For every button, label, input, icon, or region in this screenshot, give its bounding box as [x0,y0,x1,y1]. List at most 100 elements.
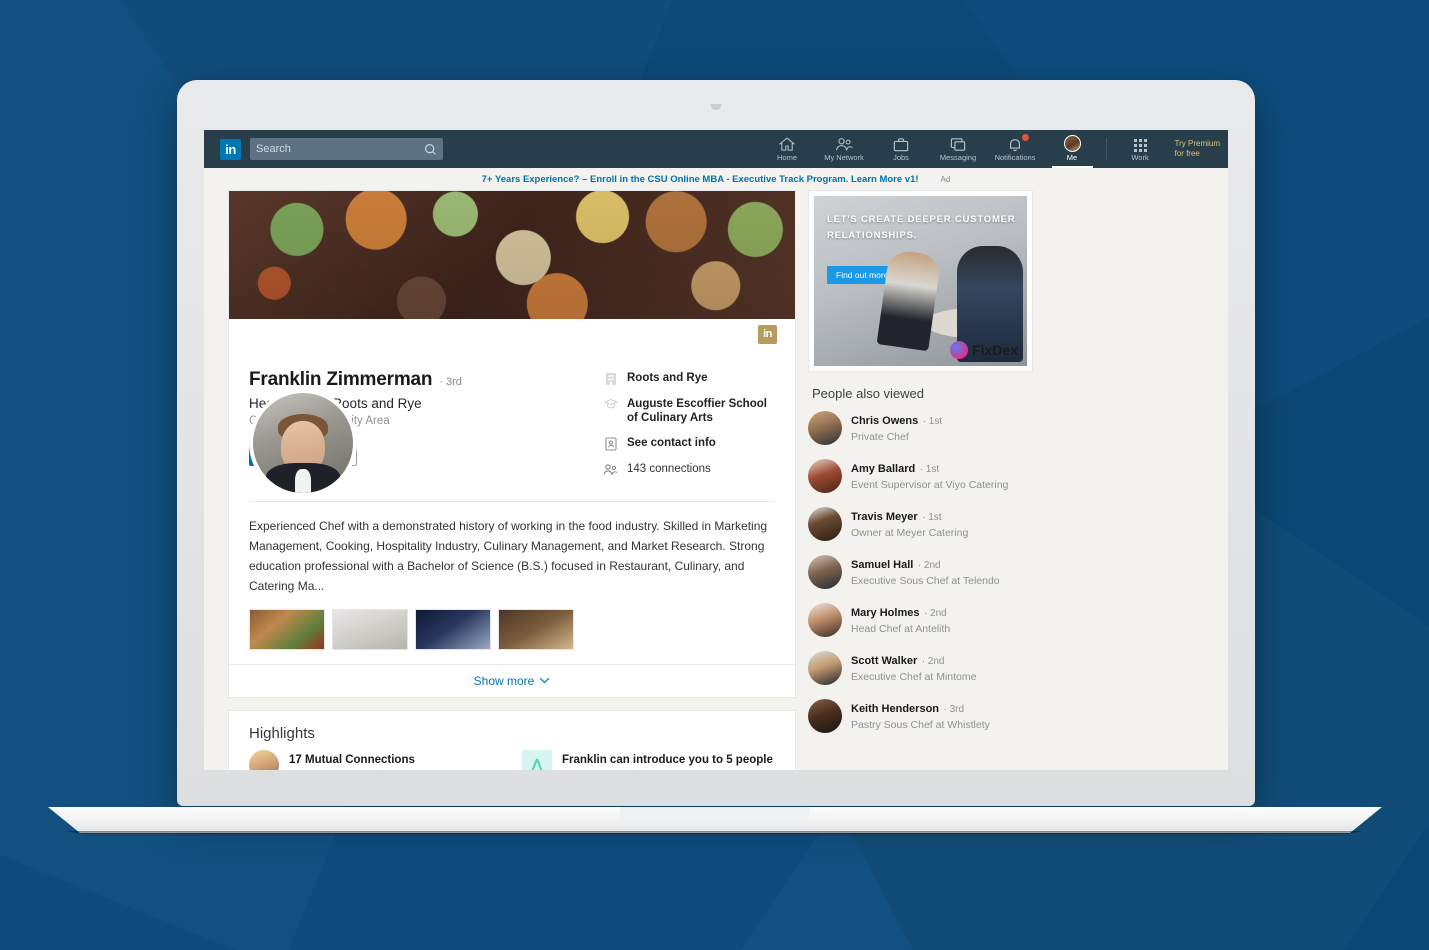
message-icon [950,136,966,152]
laptop-notch [619,807,810,823]
person-subtitle: Executive Sous Chef at Telendo [851,575,1000,587]
nav-item-my-network[interactable]: My Network [816,130,873,168]
nav-item-messaging[interactable]: Messaging [930,130,987,168]
person-name: Mary Holmes [851,607,920,619]
cover-photo[interactable] [229,191,795,319]
network-icon [835,136,853,152]
media-thumbnail[interactable] [498,608,574,650]
linkedin-navbar: in Home [204,130,1228,168]
person-degree: · 1st [919,464,940,475]
list-item[interactable]: Samuel Hall · 2nd Executive Sous Chef at… [808,555,1033,589]
avatar-icon [249,749,279,770]
nav-label-my-network: My Network [824,153,864,162]
try-premium-link[interactable]: Try Premium for free [1169,139,1220,159]
media-thumbnails [249,608,775,664]
media-thumbnail[interactable] [332,608,408,650]
webcam-icon [710,104,722,110]
person-degree: · 2nd [917,560,941,571]
nav-label-home: Home [777,153,798,162]
fixdex-brand-name: FixDex [972,342,1018,358]
profile-photo[interactable] [249,389,357,497]
nav-items: Home My Network Jobs Messaging Notificat… [759,130,1220,168]
premium-line-1: Try Premium [1174,139,1220,148]
nav-label-me: Me [1066,153,1078,162]
person-degree: · 1st [922,416,943,427]
profile-body: in Franklin Zimmerman · 3rd Head Chef at… [229,319,795,664]
person-subtitle: Head Chef at Antelith [851,623,951,635]
info-row-company[interactable]: Roots and Rye [603,371,775,386]
info-row-school[interactable]: Auguste Escoffier School of Culinary Art… [603,397,775,425]
nav-item-jobs[interactable]: Jobs [873,130,930,168]
person-subtitle: Pastry Sous Chef at Whistlety [851,719,990,731]
page-layout: in Franklin Zimmerman · 3rd Head Chef at… [204,190,1228,770]
search-box[interactable] [250,138,443,160]
identity-right: Roots and Rye Auguste Escoffier School o… [603,369,775,487]
list-item[interactable]: Travis Meyer · 1st Owner at Meyer Cateri… [808,507,1033,541]
laptop-base-shadow [66,831,1363,836]
highlights-grid: 17 Mutual Connections You and Jess both … [229,749,795,770]
info-text-contact: See contact info [627,437,716,449]
page-title: Franklin Zimmerman [249,369,433,390]
search-icon[interactable] [424,143,437,156]
fixdex-mark-icon [950,341,969,359]
nav-label-notifications: Notifications [994,153,1036,162]
avatar [808,651,842,685]
person-name: Chris Owens [851,415,919,427]
person-degree: · 1st [922,512,942,523]
show-more-button[interactable]: Show more [229,663,795,697]
info-row-connections[interactable]: 143 connections [603,462,775,476]
person-subtitle: Executive Chef at Mintome [851,671,977,683]
nav-item-me[interactable]: Me [1044,130,1101,168]
person-name: Travis Meyer [851,511,918,523]
list-item[interactable]: Amy Ballard · 1st Event Supervisor at Vi… [808,459,1033,493]
laptop-mockup: in Home [0,0,1429,950]
sidebar-ad-image: LET'S CREATE DEEPER CUSTOMER RELATIONSHI… [814,196,1027,366]
person-name: Samuel Hall [851,559,914,571]
notification-badge [1020,133,1030,142]
media-thumbnail[interactable] [415,608,491,650]
top-ad-link[interactable]: 7+ Years Experience? – Enroll in the CSU… [482,174,919,185]
info-text-connections: 143 connections [627,463,711,475]
nav-label-work: Work [1131,153,1149,162]
home-icon [779,136,796,152]
list-item[interactable]: Chris Owens · 1st Private Chef [808,411,1033,445]
list-item[interactable]: Mary Holmes · 2nd Head Chef at Antelith [808,603,1033,637]
show-more-label: Show more [473,673,535,688]
name-row: Franklin Zimmerman · 3rd [249,369,589,391]
media-thumbnail[interactable] [249,608,325,650]
browser-screen: in Home [204,130,1228,770]
school-icon [603,397,618,409]
nav-item-notifications[interactable]: Notifications [987,130,1044,168]
premium-line-2: for free [1174,149,1200,158]
highlight-title: 17 Mutual Connections [289,753,415,766]
ad-label: Ad [940,174,951,184]
linkedin-logo-icon[interactable]: in [220,138,241,160]
highlight-item-mutual-connections[interactable]: 17 Mutual Connections You and Jess both … [249,749,502,770]
highlight-title: Franklin can introduce you to 5 people w… [562,753,773,766]
list-item[interactable]: Scott Walker · 2nd Executive Chef at Min… [808,651,1033,685]
avatar [808,603,842,637]
nav-item-work[interactable]: Work [1112,130,1169,168]
person-degree: · 3rd [943,704,965,715]
linkedin-badge-icon: in [758,325,777,344]
person-degree: · 2nd [923,608,947,619]
person-subtitle: Owner at Meyer Catering [851,527,969,539]
nav-item-home[interactable]: Home [759,130,816,168]
highlights-title: Highlights [249,724,315,742]
search-input[interactable] [256,143,424,155]
sidebar-ad-card[interactable]: LET'S CREATE DEEPER CUSTOMER RELATIONSHI… [808,190,1033,372]
info-text-school: Auguste Escoffier School of Culinary Art… [627,398,767,424]
laptop-lid: in Home [177,80,1255,806]
briefcase-icon [893,136,909,152]
company-icon [603,371,618,386]
people-icon [603,462,618,476]
profile-card: in Franklin Zimmerman · 3rd Head Chef at… [228,190,796,698]
contact-card-icon [603,436,618,451]
avatar [808,459,842,493]
highlight-item-introductions[interactable]: ⋀ Franklin can introduce you to 5 people… [522,749,775,770]
info-row-contact[interactable]: See contact info [603,436,775,451]
sidebar-column: LET'S CREATE DEEPER CUSTOMER RELATIONSHI… [808,190,1033,770]
degree-badge: · 3rd [439,376,462,388]
nav-label-jobs: Jobs [893,153,909,162]
list-item[interactable]: Keith Henderson · 3rd Pastry Sous Chef a… [808,699,1033,733]
